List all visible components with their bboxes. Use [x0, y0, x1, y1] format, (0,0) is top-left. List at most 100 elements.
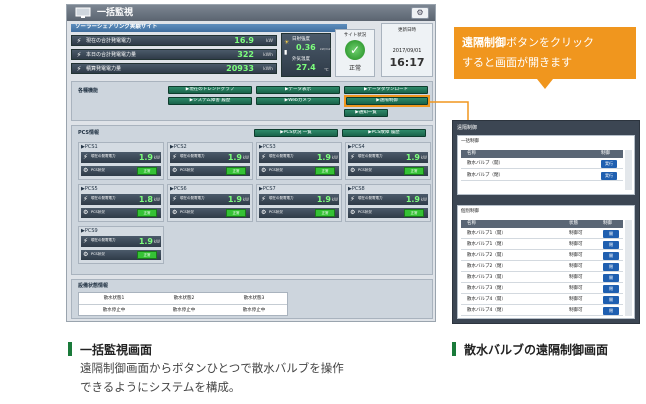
pcs-card[interactable]: ▶PCS4 ⚡ 現在の発電電力 1.9 kW ⚙ PCS状況 正常: [345, 142, 431, 180]
pcs-name[interactable]: ▶PCS8: [348, 186, 365, 193]
lightning-icon: ⚡: [350, 195, 355, 203]
valve-name: 散水バルブ4（閉）: [467, 308, 506, 313]
temp-unit: ℃: [324, 67, 329, 72]
execute-button[interactable]: 実行: [601, 160, 617, 168]
pcs-power: ⚡ 現在の発電電力 1.9 kW: [259, 152, 339, 163]
pcs-name[interactable]: ▶PCS7: [259, 186, 276, 193]
pcs-card[interactable]: ▶PCS6 ⚡ 現在の発電電力 1.9 kW ⚙ PCS状況 正常: [167, 184, 253, 222]
callout-box: 遠隔制御ボタンをクリック すると画面が開きます: [454, 27, 636, 79]
pcs-name[interactable]: ▶PCS2: [170, 144, 187, 151]
pcs-status-badge: 正常: [137, 251, 157, 259]
individual-control-section: 個別制御 名称 状態 制御 散水バルブ1（開） 制御可開散水バルブ1（閉） 制御可閉…: [457, 205, 635, 319]
pcs-card[interactable]: ▶PCS8 ⚡ 現在の発電電力 1.9 kW ⚙ PCS状況 正常: [345, 184, 431, 222]
pcs-power-value: 1.9: [316, 153, 331, 162]
pcs-status: ⚙ PCS状況 正常: [348, 208, 428, 218]
notification-list-button[interactable]: ▶通知一覧: [344, 109, 388, 117]
valve-control-button[interactable]: 開: [603, 252, 619, 260]
remote-control-button[interactable]: ▶遠隔制御: [346, 97, 428, 105]
system-fault-history-button[interactable]: ▶システム障害 履歴: [168, 97, 252, 105]
pcs-status-list-button[interactable]: ▶PCS状況 一覧: [254, 129, 338, 137]
pcs-power-label: 現在の発電電力: [180, 154, 205, 158]
pcs-card[interactable]: ▶PCS9 ⚡ 現在の発電電力 1.9 kW ⚙ PCS状況 正常: [78, 226, 164, 264]
power-unit: kWh: [263, 53, 273, 58]
data-view-button[interactable]: ▶データ表示: [256, 86, 340, 94]
table-row: 散水バルブ（開） 実行: [461, 159, 623, 169]
valve-control-button[interactable]: 閉: [603, 307, 619, 315]
pcs-name[interactable]: ▶PCS5: [81, 186, 98, 193]
settings-button[interactable]: ⚙: [411, 7, 429, 19]
data-download-button[interactable]: ▶データダウンロード: [344, 86, 428, 94]
pcs-power-value: 1.9: [138, 153, 153, 162]
sun-label: 日射強度: [292, 37, 310, 42]
col-name: 名称: [467, 221, 476, 226]
lightning-icon: ⚡: [172, 153, 177, 161]
pcs-status-badge: 正常: [315, 209, 335, 217]
pcs-fault-history-button[interactable]: ▶PCS故障 履歴: [342, 129, 426, 137]
valve-control-button[interactable]: 閉: [603, 241, 619, 249]
individual-header: 個別制御: [461, 209, 479, 214]
lightning-icon: ⚡: [76, 37, 82, 45]
table-row: 散水バルブ1（閉） 制御可 閉: [461, 240, 623, 250]
trend-graph-button[interactable]: ▶現在のトレンドグラフ: [168, 86, 252, 94]
update-label: 更新日時: [398, 28, 416, 33]
equipment-value: 散水停止中: [102, 308, 126, 313]
col-name: 名称: [467, 151, 476, 156]
pcs-name[interactable]: ▶PCS4: [348, 144, 365, 151]
pcs-name[interactable]: ▶PCS1: [81, 144, 98, 151]
execute-button[interactable]: 実行: [601, 172, 617, 180]
pcs-card[interactable]: ▶PCS3 ⚡ 現在の発電電力 1.9 kW ⚙ PCS状況 正常: [256, 142, 342, 180]
pcs-power-unit: kW: [242, 155, 249, 160]
lightning-icon: ⚡: [261, 195, 266, 203]
pcs-power-label: 現在の発電電力: [91, 154, 116, 158]
status-icon: ⚙: [350, 167, 356, 174]
equipment-col: 散水状態1: [103, 296, 125, 301]
webcam-button[interactable]: ▶Webカメラ: [256, 97, 340, 105]
sun-value: 0.36: [296, 43, 316, 52]
pcs-card[interactable]: ▶PCS1 ⚡ 現在の発電電力 1.9 kW ⚙ PCS状況 正常: [78, 142, 164, 180]
pcs-status: ⚙ PCS状況 正常: [259, 208, 339, 218]
bulk-control-section: 一括制御 名称 制御 散水バルブ（開） 実行 散水バルブ（閉） 実行: [457, 135, 635, 195]
status-icon: ⚙: [83, 209, 89, 216]
monitor-icon: [75, 7, 91, 18]
valve-name: 散水バルブ2（閉）: [467, 264, 506, 269]
pcs-card[interactable]: ▶PCS5 ⚡ 現在の発電電力 1.8 kW ⚙ PCS状況 正常: [78, 184, 164, 222]
equipment-panel: 設備状態情報 散水状態1 散水状態2 散水状態3 散水停止中 散水停止中 散水停…: [71, 279, 433, 319]
lightning-icon: ⚡: [76, 65, 82, 73]
pcs-card[interactable]: ▶PCS7 ⚡ 現在の発電電力 1.9 kW ⚙ PCS状況 正常: [256, 184, 342, 222]
equipment-table: 散水状態1 散水状態2 散水状態3 散水停止中 散水停止中 散水停止中: [78, 292, 288, 316]
valve-name: 散水バルブ3（開）: [467, 275, 506, 280]
pcs-header: PCS情報: [78, 130, 100, 136]
scrollbar[interactable]: [625, 150, 632, 190]
pcs-name[interactable]: ▶PCS9: [81, 228, 98, 235]
status-icon: ⚙: [172, 209, 178, 216]
pcs-panel: PCS情報 ▶PCS状況 一覧 ▶PCS故障 履歴 ▶PCS1 ⚡ 現在の発電電力 1…: [71, 125, 433, 275]
valve-name: 散水バルブ（閉）: [467, 173, 503, 178]
scrollbar[interactable]: [625, 220, 632, 316]
pcs-name[interactable]: ▶PCS6: [170, 186, 187, 193]
pcs-name[interactable]: ▶PCS3: [259, 144, 276, 151]
site-status-value: 正常: [348, 65, 361, 72]
valve-control-button[interactable]: 開: [603, 274, 619, 282]
status-icon: ⚙: [261, 167, 267, 174]
valve-name: 散水バルブ1（閉）: [467, 242, 506, 247]
valve-control-button[interactable]: 開: [603, 230, 619, 238]
left-caption-title: 一括監視画面: [80, 343, 153, 357]
equipment-value: 散水停止中: [242, 308, 266, 313]
callout-tail: [537, 79, 553, 89]
pcs-status-label: PCS状況: [91, 168, 105, 172]
pcs-status-badge: 正常: [226, 167, 246, 175]
pcs-power-label: 現在の発電電力: [269, 154, 294, 158]
power-label: 現在の合計発電電力: [86, 38, 132, 44]
power-row-total: ⚡ 積算発電電力量 20933 kWh: [71, 63, 277, 74]
valve-control-button[interactable]: 閉: [603, 263, 619, 271]
pcs-status-label: PCS状況: [91, 210, 105, 214]
valve-state: 制御可: [569, 286, 583, 291]
bulk-table-header: 名称 制御: [461, 150, 623, 158]
pcs-power-unit: kW: [242, 197, 249, 202]
pcs-card[interactable]: ▶PCS2 ⚡ 現在の発電電力 1.9 kW ⚙ PCS状況 正常: [167, 142, 253, 180]
valve-state: 制御可: [569, 253, 583, 258]
pcs-status: ⚙ PCS状況 正常: [81, 208, 161, 218]
valve-control-button[interactable]: 閉: [603, 285, 619, 293]
power-label: 積算発電電力量: [86, 66, 122, 72]
valve-control-button[interactable]: 開: [603, 296, 619, 304]
